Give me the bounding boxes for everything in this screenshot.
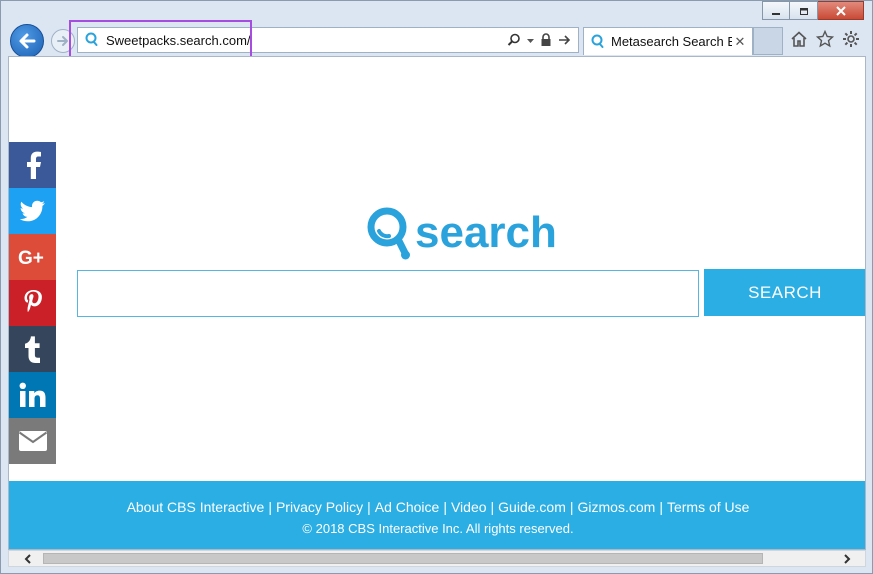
horizontal-scrollbar[interactable] <box>8 550 866 567</box>
lock-icon[interactable] <box>540 33 552 47</box>
web-page: G+ search SEARCH About CBS Interactive |… <box>8 56 866 550</box>
footer-link-about[interactable]: About CBS Interactive <box>127 499 265 515</box>
tab-close-icon[interactable]: ✕ <box>732 34 748 50</box>
go-arrow-icon[interactable] <box>558 34 572 46</box>
address-tools <box>507 33 572 47</box>
scroll-left-icon[interactable] <box>19 551 36 566</box>
search-input[interactable] <box>77 270 699 317</box>
footer-separator: | <box>659 499 663 515</box>
tab-metasearch[interactable]: Metasearch Search En... ✕ <box>583 27 753 55</box>
restore-icon <box>799 7 808 15</box>
address-url[interactable]: Sweetpacks.search.com/ <box>106 33 507 48</box>
share-twitter-button[interactable] <box>9 188 56 234</box>
forward-arrow-icon <box>57 36 68 46</box>
restore-button[interactable] <box>790 1 818 20</box>
logo-text: search <box>415 208 557 257</box>
browser-window: Sweetpacks.search.com/ Metasearch Search… <box>0 0 873 574</box>
favorites-button[interactable] <box>816 30 834 48</box>
window-controls <box>762 1 864 21</box>
search-button[interactable]: SEARCH <box>704 269 865 316</box>
minimize-button[interactable] <box>762 1 790 20</box>
footer-separator: | <box>367 499 371 515</box>
share-google-plus-button[interactable]: G+ <box>9 234 56 280</box>
magnifier-icon[interactable] <box>507 33 521 47</box>
forward-button[interactable] <box>51 29 75 53</box>
share-bar: G+ <box>9 142 56 464</box>
share-tumblr-button[interactable] <box>9 326 56 372</box>
footer-link-guide[interactable]: Guide.com <box>498 499 566 515</box>
home-icon <box>791 31 807 47</box>
share-pinterest-button[interactable] <box>9 280 56 326</box>
search-logo: search <box>365 205 557 261</box>
tumblr-icon <box>24 336 40 363</box>
close-icon <box>835 5 846 16</box>
star-icon <box>816 30 834 48</box>
new-tab-button[interactable] <box>753 27 783 55</box>
share-email-button[interactable] <box>9 418 56 464</box>
minimize-icon <box>772 12 780 15</box>
address-bar[interactable]: Sweetpacks.search.com/ <box>77 27 579 53</box>
copyright-text: © 2018 CBS Interactive Inc. All rights r… <box>302 521 574 536</box>
footer-separator: | <box>443 499 447 515</box>
magnifier-logo-icon <box>367 207 410 260</box>
tab-label: Metasearch Search En... <box>611 34 732 49</box>
home-button[interactable] <box>790 30 808 48</box>
back-arrow-icon <box>19 33 36 49</box>
google-plus-icon: G+ <box>18 248 44 267</box>
twitter-icon <box>19 200 45 222</box>
tools-button[interactable] <box>842 30 860 48</box>
pinterest-icon <box>24 290 42 313</box>
footer-link-video[interactable]: Video <box>451 499 487 515</box>
envelope-icon <box>18 431 47 451</box>
footer-link-privacy[interactable]: Privacy Policy <box>276 499 363 515</box>
scrollbar-thumb[interactable] <box>43 553 763 564</box>
share-linkedin-button[interactable] <box>9 372 56 418</box>
svg-text:G+: G+ <box>18 248 44 267</box>
linkedin-icon <box>19 382 45 407</box>
tab-favicon-icon <box>591 34 604 48</box>
facebook-icon <box>26 151 41 179</box>
footer-separator: | <box>569 499 574 515</box>
page-footer: About CBS Interactive | Privacy Policy |… <box>9 481 865 549</box>
footer-links: About CBS Interactive | Privacy Policy |… <box>9 499 865 515</box>
navigation-bar: Sweetpacks.search.com/ Metasearch Search… <box>1 21 872 58</box>
back-button[interactable] <box>10 24 44 58</box>
footer-link-gizmos[interactable]: Gizmos.com <box>578 499 656 515</box>
scroll-right-icon[interactable] <box>838 551 855 566</box>
gear-icon <box>843 31 859 47</box>
close-button[interactable] <box>818 1 864 20</box>
footer-separator: | <box>490 499 495 515</box>
footer-link-ad-choice[interactable]: Ad Choice <box>375 499 440 515</box>
dropdown-arrow-icon[interactable] <box>527 37 534 44</box>
command-icons <box>790 30 860 48</box>
site-favicon-icon <box>85 32 98 46</box>
share-facebook-button[interactable] <box>9 142 56 188</box>
footer-separator: | <box>268 499 272 515</box>
footer-link-terms[interactable]: Terms of Use <box>667 499 749 515</box>
